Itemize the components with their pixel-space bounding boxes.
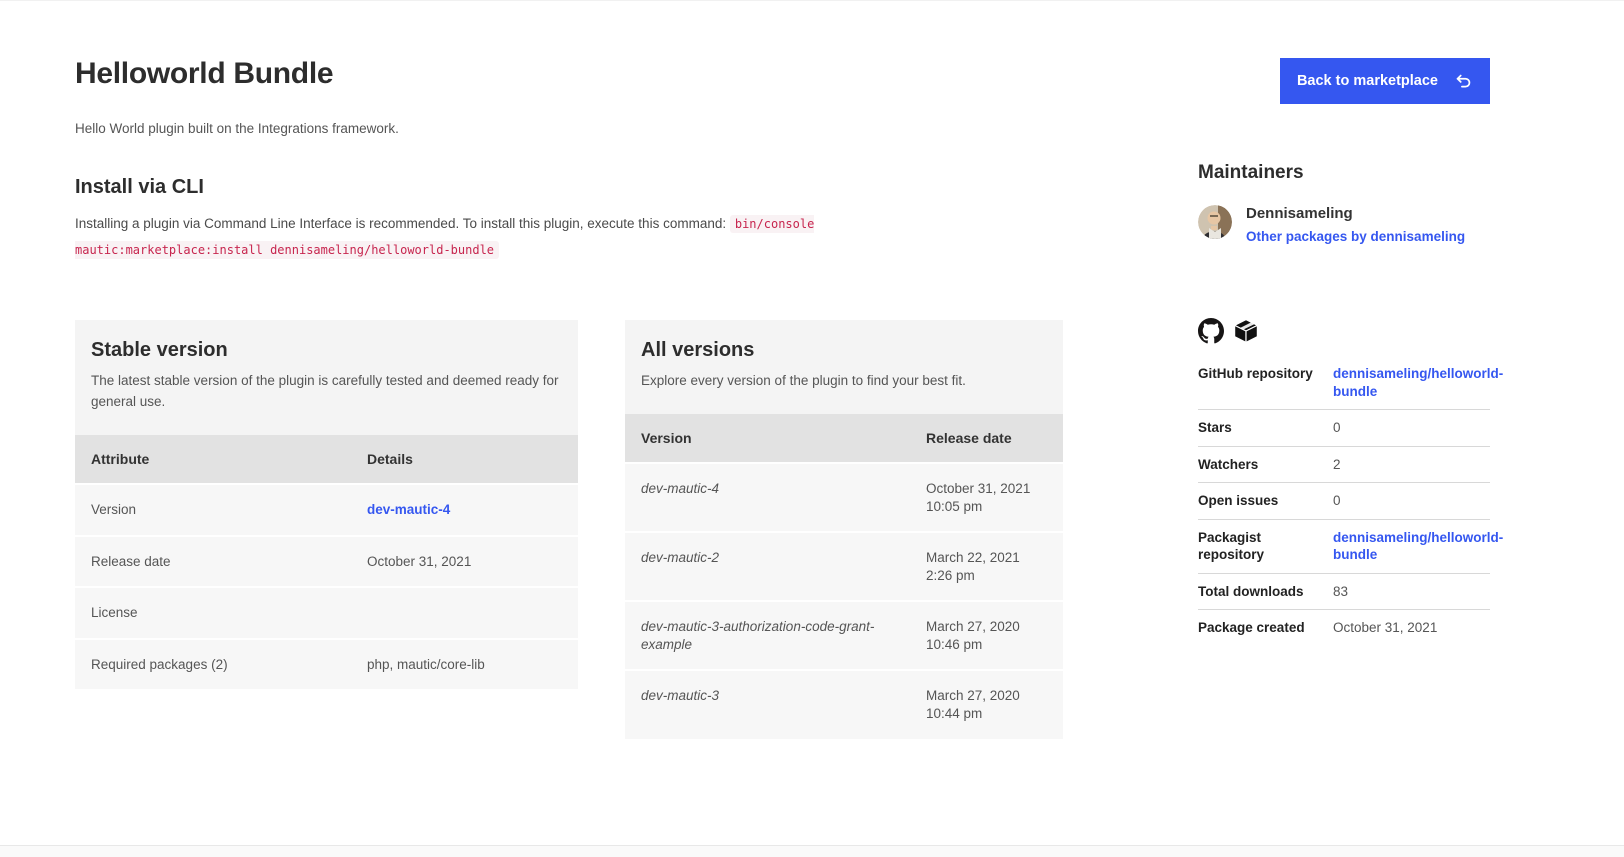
stable-table-body: Version dev-mautic-4 Release dateOctober 3… [75, 483, 578, 689]
detail-label: Stars [1198, 419, 1333, 437]
detail-row: Watchers2 [1198, 447, 1490, 484]
maintainer-row: Dennisameling Other packages by dennisam… [1198, 205, 1490, 246]
detail-value: 2 [1333, 456, 1490, 474]
versions-column-version: Version [625, 414, 910, 462]
versions-column-release-date: Release date [910, 414, 1063, 462]
detail-label: Open issues [1198, 492, 1333, 510]
main-column: Helloworld Bundle Hello World plugin bui… [75, 1, 1063, 739]
details-cell: October 31, 2021 [351, 537, 578, 587]
version-cell: dev-mautic-2 [625, 533, 910, 600]
detail-row: Packagist repositorydennisameling/hellow… [1198, 520, 1490, 574]
install-cli-heading: Install via CLI [75, 176, 1063, 199]
attribute-cell: License [75, 588, 351, 638]
stable-version-title: Stable version [91, 339, 562, 362]
detail-value: dennisameling/helloworld-bundle [1333, 365, 1503, 400]
table-row: Version dev-mautic-4 [75, 483, 578, 535]
maintainers-heading: Maintainers [1198, 162, 1490, 184]
version-cards: Stable version The latest stable version… [75, 320, 1063, 738]
release-date-cell: March 22, 2021 2:26 pm [910, 533, 1063, 600]
repo-icons [1198, 318, 1490, 344]
detail-value: 0 [1333, 419, 1490, 437]
attribute-cell: Release date [75, 537, 351, 587]
all-versions-title: All versions [641, 339, 1047, 362]
table-row: Release dateOctober 31, 2021 [75, 535, 578, 587]
table-row: dev-mautic-3-authorization-code-grant-ex… [625, 600, 1063, 669]
stable-version-card: Stable version The latest stable version… [75, 320, 578, 689]
versions-table-header: Version Release date [625, 414, 1063, 462]
undo-icon [1454, 72, 1473, 91]
avatar [1198, 205, 1232, 239]
stable-column-attribute: Attribute [75, 435, 351, 483]
back-to-marketplace-label: Back to marketplace [1297, 73, 1438, 89]
all-versions-card-head: All versions Explore every version of th… [625, 320, 1063, 414]
detail-row: Package createdOctober 31, 2021 [1198, 610, 1490, 646]
footer-strip [0, 845, 1624, 857]
detail-row: Stars0 [1198, 410, 1490, 447]
stable-version-card-head: Stable version The latest stable version… [75, 320, 578, 435]
version-cell: dev-mautic-4 [625, 464, 910, 531]
install-cli-text: Installing a plugin via Command Line Int… [75, 211, 975, 262]
attribute-cell: Version [75, 485, 351, 535]
package-icon [1233, 318, 1259, 344]
maintainer-info: Dennisameling Other packages by dennisam… [1246, 205, 1465, 246]
detail-label: Packagist repository [1198, 529, 1333, 564]
all-versions-description: Explore every version of the plugin to f… [641, 371, 1047, 392]
detail-row: Total downloads83 [1198, 574, 1490, 611]
details-cell [351, 588, 578, 638]
table-row: dev-mautic-3March 27, 2020 10:44 pm [625, 669, 1063, 738]
detail-value: dennisameling/helloworld-bundle [1333, 529, 1503, 564]
table-row: Required packages (2)php, mautic/core-li… [75, 638, 578, 690]
github-icon [1198, 318, 1224, 344]
detail-value: October 31, 2021 [1333, 619, 1490, 637]
stable-column-details: Details [351, 435, 578, 483]
back-to-marketplace-button[interactable]: Back to marketplace [1280, 58, 1490, 104]
all-versions-card: All versions Explore every version of th… [625, 320, 1063, 738]
release-date-cell: March 27, 2020 10:44 pm [910, 671, 1063, 738]
page-title: Helloworld Bundle [75, 57, 1063, 91]
release-date-cell: October 31, 2021 10:05 pm [910, 464, 1063, 531]
version-cell: dev-mautic-3-authorization-code-grant-ex… [625, 602, 910, 669]
repository-link[interactable]: dennisameling/helloworld-bundle [1333, 366, 1503, 399]
page-description: Hello World plugin built on the Integrat… [75, 121, 1063, 136]
table-row: dev-mautic-2March 22, 2021 2:26 pm [625, 531, 1063, 600]
stable-table-header: Attribute Details [75, 435, 578, 483]
version-link[interactable]: dev-mautic-4 [367, 502, 450, 517]
attribute-cell: Required packages (2) [75, 640, 351, 690]
release-date-cell: March 27, 2020 10:46 pm [910, 602, 1063, 669]
detail-value: 83 [1333, 583, 1490, 601]
page-layout: Helloworld Bundle Hello World plugin bui… [0, 1, 1624, 739]
other-packages-link[interactable]: Other packages by dennisameling [1246, 229, 1465, 244]
sidebar: Back to marketplace Maintainers [1198, 1, 1490, 739]
versions-table-body: dev-mautic-4October 31, 2021 10:05 pmdev… [625, 462, 1063, 738]
detail-label: Total downloads [1198, 583, 1333, 601]
install-cli-instruction: Installing a plugin via Command Line Int… [75, 216, 730, 231]
repository-link[interactable]: dennisameling/helloworld-bundle [1333, 530, 1503, 563]
stable-version-description: The latest stable version of the plugin … [91, 371, 562, 413]
version-cell: dev-mautic-3 [625, 671, 910, 738]
detail-label: Package created [1198, 619, 1333, 637]
detail-label: Watchers [1198, 456, 1333, 474]
detail-row: Open issues0 [1198, 483, 1490, 520]
table-row: dev-mautic-4October 31, 2021 10:05 pm [625, 462, 1063, 531]
details-cell: dev-mautic-4 [351, 485, 578, 535]
details-cell: php, mautic/core-lib [351, 640, 578, 690]
detail-label: GitHub repository [1198, 365, 1333, 383]
maintainer-name: Dennisameling [1246, 205, 1465, 222]
detail-value: 0 [1333, 492, 1490, 510]
detail-row: GitHub repositorydennisameling/helloworl… [1198, 356, 1490, 410]
table-row: License [75, 586, 578, 638]
package-details-table: GitHub repositorydennisameling/helloworl… [1198, 356, 1490, 646]
